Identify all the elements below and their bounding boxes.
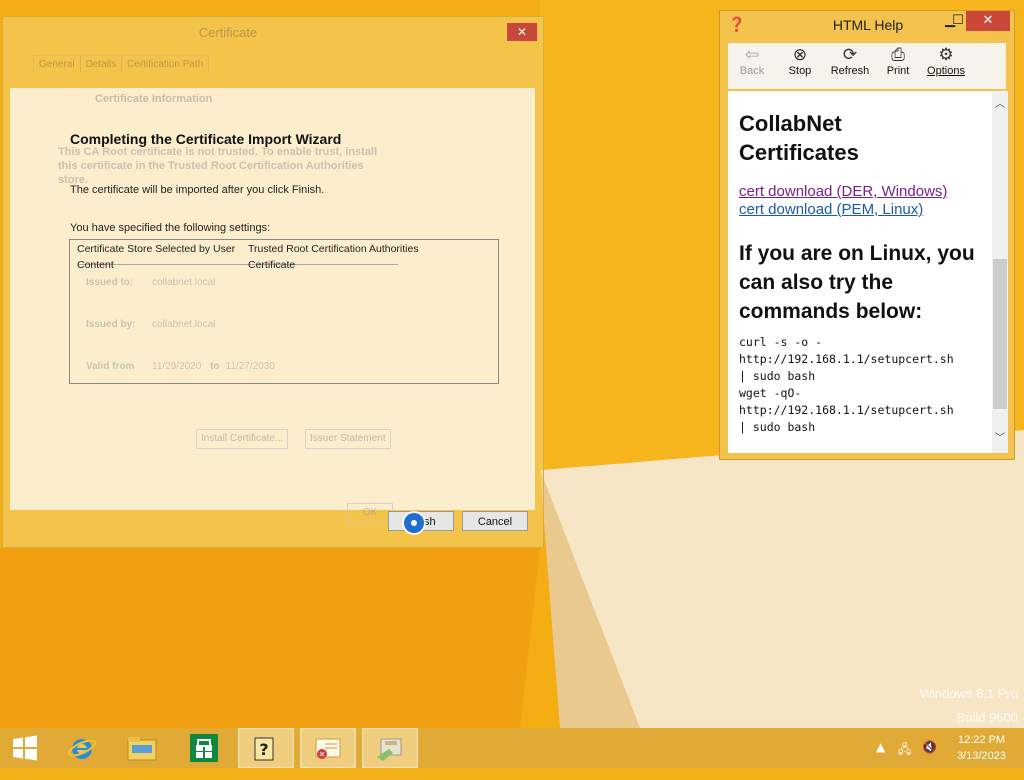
certificate-icon: ✕ — [315, 738, 341, 759]
volume-muted-icon[interactable]: 🔇 — [922, 740, 937, 754]
linux-commands-code: curl -s -o - http://192.168.1.1/setupcer… — [739, 335, 954, 434]
certificate-taskbar-button[interactable]: ✕ — [300, 728, 356, 768]
stop-icon: ⊗ — [792, 45, 808, 65]
network-icon[interactable]: 🖧 — [898, 740, 911, 761]
windows-logo-icon — [13, 735, 37, 761]
windows-edition-watermark: Windows 8.1 Pro — [919, 686, 1018, 701]
cancel-button[interactable]: Cancel — [462, 511, 528, 531]
print-label: Print — [886, 65, 910, 77]
show-hidden-icons-icon[interactable]: ▲ — [876, 740, 885, 754]
tab-general[interactable]: General — [33, 55, 81, 73]
certificate-window-title: Certificate — [198, 25, 258, 40]
refresh-label: Refresh — [830, 65, 870, 77]
scrollbar-thumb[interactable] — [993, 259, 1007, 409]
install-certificate-button[interactable]: Install Certificate... — [196, 429, 289, 449]
help-scrollbar[interactable]: ︿ ﹀ — [992, 91, 1008, 453]
options-label: Options — [927, 65, 965, 77]
certificate-tabs: General Details Certification Path — [33, 55, 210, 77]
settings-label: You have specified the following setting… — [70, 222, 271, 234]
help-heading: CollabNet Certificates — [739, 111, 859, 165]
svg-text:?: ? — [259, 740, 268, 759]
help-close-button[interactable]: ✕ — [966, 11, 1010, 31]
tray-date: 3/13/2023 — [957, 750, 1006, 762]
print-button[interactable]: ⎙ Print — [874, 43, 922, 89]
options-icon: ⚙ — [938, 45, 954, 65]
setting-key-store: Certificate Store Selected by User — [77, 243, 236, 255]
html-help-window: ❓ HTML Help ▁ ☐ ✕ ⇦ Back ⊗ Stop ⟳ Refresh ⎙… — [719, 10, 1015, 460]
wizard-subtitle: The certificate will be imported after y… — [70, 184, 325, 196]
setting-value-store: Trusted Root Certification Authorities — [248, 243, 419, 255]
back-button[interactable]: ⇦ Back — [728, 43, 776, 89]
touch-cursor-indicator — [404, 513, 424, 533]
wizard-heading: Completing the Certificate Import Wizard — [70, 131, 342, 147]
scroll-down-arrow-icon[interactable]: ﹀ — [992, 429, 1008, 444]
stop-button[interactable]: ⊗ Stop — [776, 43, 824, 89]
help-content-pane[interactable]: CollabNet Certificates cert download (DE… — [728, 91, 992, 453]
html-help-taskbar-button[interactable]: ? — [238, 728, 294, 768]
store-button[interactable] — [176, 728, 232, 768]
linux-heading: If you are on Linux, you can also try th… — [739, 242, 975, 323]
certificate-close-button[interactable]: ✕ — [507, 23, 537, 41]
back-arrow-icon: ⇦ — [744, 45, 760, 65]
scroll-up-arrow-icon[interactable]: ︿ — [992, 95, 1008, 110]
certificate-info-title: Certificate Information — [95, 93, 213, 105]
folder-icon — [127, 737, 157, 761]
windows-build-watermark: Build 9600 — [956, 710, 1018, 725]
back-label: Back — [739, 65, 765, 77]
svg-text:✕: ✕ — [319, 750, 326, 759]
cert-download-pem-link[interactable]: cert download (PEM, Linux) — [739, 201, 923, 219]
help-icon: ? — [254, 737, 274, 761]
issuer-statement-button[interactable]: Issuer Statement — [305, 429, 391, 449]
ok-button[interactable]: OK — [347, 503, 393, 523]
taskbar: ? ✕ ▲ 🖧 🔇 12:22 PM 3/13/2023 — [0, 728, 1024, 768]
tray-time: 12:22 PM — [957, 734, 1006, 746]
ie-icon — [68, 739, 96, 759]
settings-divider — [78, 264, 398, 265]
import-wizard-taskbar-button[interactable] — [362, 728, 418, 768]
store-icon — [190, 734, 218, 762]
internet-explorer-button[interactable] — [54, 728, 110, 768]
setting-value-content: Certificate — [248, 259, 296, 271]
tab-certification-path[interactable]: Certification Path — [121, 55, 210, 73]
options-button[interactable]: ⚙ Options — [922, 43, 970, 89]
refresh-button[interactable]: ⟳ Refresh — [826, 43, 874, 89]
tab-details[interactable]: Details — [79, 55, 123, 73]
wizard-icon — [377, 738, 402, 761]
cert-download-der-link[interactable]: cert download (DER, Windows) — [739, 183, 947, 201]
stop-label: Stop — [788, 65, 812, 77]
tray-clock[interactable]: 12:22 PM 3/13/2023 — [957, 732, 1006, 764]
help-toolbar: ⇦ Back ⊗ Stop ⟳ Refresh ⎙ Print ⚙ Options — [728, 43, 1006, 89]
refresh-icon: ⟳ — [842, 45, 858, 65]
start-button[interactable] — [0, 728, 50, 768]
setting-key-content: Content — [77, 259, 114, 271]
file-explorer-button[interactable] — [114, 728, 170, 768]
printer-icon: ⎙ — [891, 45, 905, 65]
certificate-info-body: This CA Root certificate is not trusted.… — [58, 146, 378, 186]
